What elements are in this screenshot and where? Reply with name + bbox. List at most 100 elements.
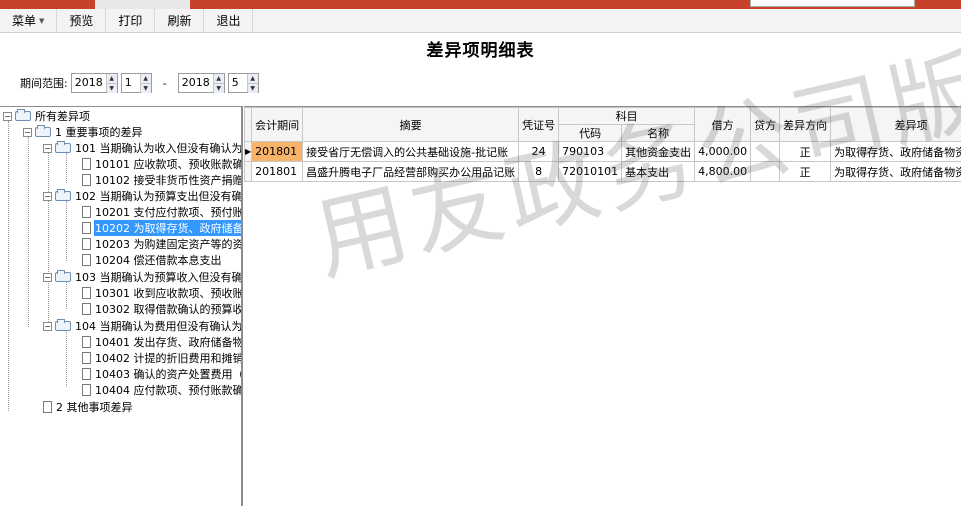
col-header-debit[interactable]: 借方 [694,107,752,142]
tree-node-label: 102 当期确认为预算支出但没有确认为 [75,190,243,203]
tree-node-10203[interactable]: 10203 为购建固定资产等的资本性 [82,236,241,252]
refresh-button[interactable]: 刷新 [155,8,205,33]
menu-button-label: 菜单 [12,14,37,28]
cell-credit[interactable] [750,161,781,182]
tree-node-10102[interactable]: 10102 接受非货币性资产捐赠确认 [82,172,241,188]
tree-node-10201[interactable]: 10201 支付应付款项、预付账款的 [82,204,243,220]
spin-up-icon[interactable]: ▲ [247,74,258,84]
end-year-value[interactable]: 2018 [179,74,213,92]
cell-name[interactable]: 其他资金支出 [621,141,696,162]
document-icon [82,174,91,186]
collapse-icon[interactable]: − [43,191,52,201]
spin-up-icon[interactable]: ▲ [140,74,151,84]
col-header-credit[interactable]: 贷方 [750,107,781,142]
tree-node-label: 10204 偿还借款本息支出 [95,254,222,267]
detail-grid[interactable]: 会计期间 摘要 凭证号 科目 借方 贷方 差异方向 差异项 代码 名称 ▶ 20… [244,106,961,506]
tree-connector [28,137,29,327]
tree-node-10402[interactable]: 10402 计提的折旧费用和摊销费用 [82,350,241,366]
tree-node-root[interactable]: − 所有差异项 [3,108,91,124]
end-year-spinner[interactable]: 2018 ▲ ▼ [177,73,225,93]
col-header-voucher[interactable]: 凭证号 [518,107,560,142]
start-month-value[interactable]: 1 [122,74,140,92]
document-icon [82,287,91,299]
preview-button[interactable]: 预览 [57,8,107,33]
cell-summary[interactable]: 接受省厅无偿调入的公共基础设施-批记账 [302,141,520,162]
tree-node-103[interactable]: − 103 当期确认为预算收入但没有确认为 [43,269,243,285]
document-icon [82,206,91,218]
tree-node-101[interactable]: − 101 当期确认为收入但没有确认为预算 [43,140,241,156]
col-header-direction[interactable]: 差异方向 [779,107,832,142]
period-label: 期间范围: [20,77,68,90]
difference-item-tree[interactable]: − 所有差异项 − 1 重要事项的差异 − 101 当期确认为收入但没有确认为预… [0,106,243,506]
top-search-box[interactable] [750,0,915,7]
cell-period[interactable]: 201801 [251,161,304,182]
end-month-value[interactable]: 5 [229,74,247,92]
table-row[interactable]: 201801 昌盛升腾电子厂品经营部购买办公用品记账 8 72010101 基本… [244,161,961,182]
cell-code[interactable]: 790103 [558,141,623,162]
tree-node-10403[interactable]: 10403 确认的资产处置费用（处置 [82,366,241,382]
cell-debit[interactable]: 4,000.00 [694,141,752,162]
tree-node-label: 1 重要事项的差异 [55,126,143,139]
detail-table: 会计期间 摘要 凭证号 科目 借方 贷方 差异方向 差异项 代码 名称 ▶ 20… [244,107,961,182]
cell-direction[interactable]: 正 [779,141,832,162]
collapse-icon[interactable]: − [3,111,12,121]
cell-credit[interactable] [750,141,781,162]
document-icon [82,352,91,364]
col-header-name[interactable]: 名称 [621,124,696,142]
tree-node-2[interactable]: 2 其他事项差异 [43,399,134,415]
tree-node-10401[interactable]: 10401 发出存货、政府储备物资等 [82,334,243,350]
document-icon [82,254,91,266]
cell-item[interactable]: 为取得存货、政府储备物资等计 [830,161,961,182]
collapse-icon[interactable]: − [23,127,32,137]
spin-up-icon[interactable]: ▲ [106,74,117,84]
start-year-value[interactable]: 2018 [72,74,106,92]
exit-button[interactable]: 退出 [204,8,254,33]
tree-node-label: 10201 支付应付款项、预付账款的 [95,206,243,219]
col-header-summary[interactable]: 摘要 [302,107,520,142]
spin-down-icon[interactable]: ▼ [140,84,151,93]
spin-down-icon[interactable]: ▼ [247,84,258,93]
tree-node-1[interactable]: − 1 重要事项的差异 [23,124,144,140]
tree-node-10202[interactable]: 10202 为取得存货、政府储备物资 [82,220,241,236]
cell-code[interactable]: 72010101 [558,161,623,182]
menu-button[interactable]: 菜单 ▼ [0,8,58,33]
spin-up-icon[interactable]: ▲ [213,74,224,84]
col-header-item[interactable]: 差异项 [830,107,961,142]
cell-summary[interactable]: 昌盛升腾电子厂品经营部购买办公用品记账 [302,161,520,182]
tree-node-10204[interactable]: 10204 偿还借款本息支出 [82,252,223,268]
table-row[interactable]: ▶ 201801 接受省厅无偿调入的公共基础设施-批记账 24 790103 其… [244,141,961,162]
tree-node-label: 所有差异项 [35,110,90,123]
collapse-icon[interactable]: − [43,143,52,153]
end-month-spinner[interactable]: 5 ▲ ▼ [227,73,259,93]
cell-voucher[interactable]: 8 [518,161,560,182]
tree-node-10301[interactable]: 10301 收到应收款项、预收账款确 [82,285,241,301]
tree-node-label: 103 当期确认为预算收入但没有确认为 [75,271,243,284]
cell-name[interactable]: 基本支出 [621,161,696,182]
document-icon [82,158,91,170]
start-month-spinner[interactable]: 1 ▲ ▼ [120,73,152,93]
collapse-icon[interactable]: − [43,321,52,331]
col-header-period[interactable]: 会计期间 [251,107,304,142]
document-icon [43,401,52,413]
tree-connector [66,201,67,261]
spin-down-icon[interactable]: ▼ [213,84,224,93]
tree-connector [8,121,9,411]
cell-debit[interactable]: 4,800.00 [694,161,752,182]
cell-item[interactable]: 为取得存货、政府储备物资等计 [830,141,961,162]
tree-node-10404[interactable]: 10404 应付款项、预付账款确认的 [82,382,241,398]
cell-voucher[interactable]: 24 [518,141,560,162]
spin-down-icon[interactable]: ▼ [106,84,117,93]
tree-node-label: 10401 发出存货、政府储备物资等 [95,336,243,349]
collapse-icon[interactable]: − [43,272,52,282]
tree-node-label: 10202 为取得存货、政府储备物资 [94,220,241,236]
tree-node-10101[interactable]: 10101 应收款项、预收账款确认的 [82,156,241,172]
tree-node-104[interactable]: − 104 当期确认为费用但没有确认为预算 [43,318,241,334]
tree-node-102[interactable]: − 102 当期确认为预算支出但没有确认为 [43,188,243,204]
cell-period[interactable]: 201801 [251,141,304,162]
tree-node-label: 10302 取得借款确认的预算收入 [95,303,243,316]
col-header-code[interactable]: 代码 [558,124,623,142]
print-button[interactable]: 打印 [106,8,156,33]
tree-node-10302[interactable]: 10302 取得借款确认的预算收入 [82,301,243,317]
cell-direction[interactable]: 正 [779,161,832,182]
start-year-spinner[interactable]: 2018 ▲ ▼ [70,73,118,93]
